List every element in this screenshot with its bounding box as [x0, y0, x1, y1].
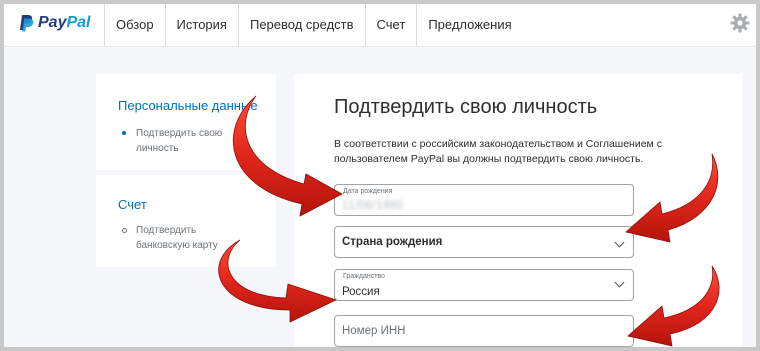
birth-date-field[interactable]: Дата рождения 11/06/1980 [334, 184, 634, 216]
sidebar-step-verify-card[interactable]: Подтвердить банковскую карту [136, 223, 236, 253]
top-navigation: PayPal Обзор История Перевод средств Сче… [4, 4, 756, 47]
active-step-dot [122, 131, 126, 135]
birth-date-value: 11/06/1980 [342, 200, 404, 212]
brand-part-pay: Pay [38, 14, 67, 31]
paypal-wordmark: PayPal [38, 14, 90, 32]
screenshot-frame: PayPal Обзор История Перевод средств Сче… [0, 0, 760, 351]
sidebar-account: Счет Подтвердить банковскую карту [96, 175, 276, 267]
paypal-logo[interactable]: PayPal [18, 14, 90, 32]
pending-step-dot [122, 228, 127, 233]
sidebar-title-account[interactable]: Счет [118, 197, 147, 212]
intro-text: В соответствии с российским законодатель… [334, 138, 662, 165]
birth-country-select[interactable]: Страна рождения [334, 226, 634, 258]
main-nav: Обзор История Перевод средств Счет Предл… [104, 4, 523, 46]
paypal-logo-icon [20, 15, 34, 32]
gear-icon[interactable] [730, 13, 750, 33]
brand-part-pal: Pal [66, 14, 91, 31]
verification-card: Подтвердить свою личность В соответствии… [294, 74, 742, 347]
inn-placeholder: Номер ИНН [342, 325, 406, 337]
nav-overview[interactable]: Обзор [104, 4, 165, 46]
chevron-down-icon [614, 277, 625, 288]
citizenship-label: Гражданство [343, 273, 385, 280]
page-title: Подтвердить свою личность [334, 96, 598, 118]
citizenship-value: Россия [342, 286, 380, 298]
sidebar-personal-data: Персональные данные Подтвердить свою лич… [96, 74, 276, 170]
inn-input[interactable]: Номер ИНН [334, 315, 634, 347]
birth-country-label: Страна рождения [342, 236, 443, 248]
citizenship-select[interactable]: Гражданство Россия [334, 269, 634, 301]
sidebar-title-personal-data[interactable]: Персональные данные [118, 98, 258, 113]
nav-account[interactable]: Счет [364, 4, 417, 46]
chevron-down-icon [614, 237, 625, 248]
sidebar-step-verify-identity[interactable]: Подтвердить свою личность [136, 126, 226, 156]
nav-history[interactable]: История [164, 4, 238, 46]
birth-date-label: Дата рождения [343, 188, 393, 195]
nav-transfer[interactable]: Перевод средств [237, 4, 365, 46]
nav-offers[interactable]: Предложения [416, 4, 522, 46]
